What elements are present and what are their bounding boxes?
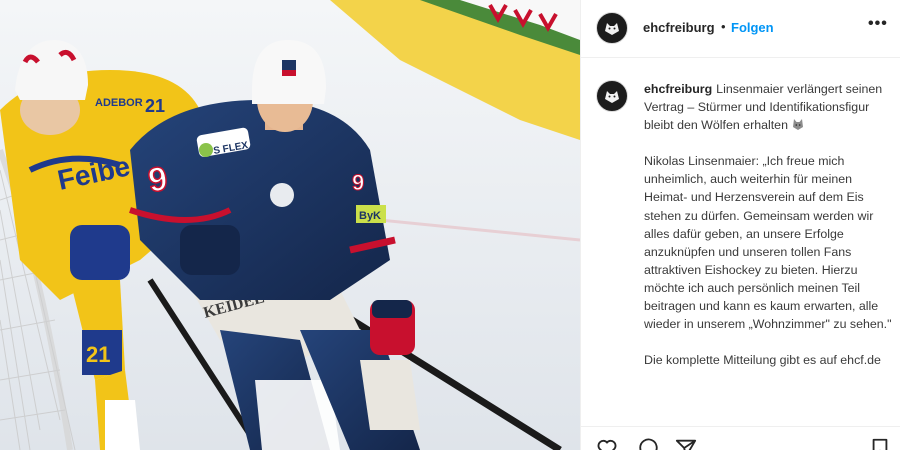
comment-icon[interactable] xyxy=(636,437,658,450)
post-photo[interactable]: 21 Feibe ADEBOR 21 KEIDEL 9 9 S FLEX ByK xyxy=(0,0,580,450)
away-sponsor: ADEBOR xyxy=(95,97,143,109)
caption-headline-paragraph: ehcfreiburg Linsenmaier verlängert seinen… xyxy=(644,80,894,134)
header-username[interactable]: ehcfreiburg xyxy=(643,20,715,35)
post-header: ehcfreiburg • Folgen ••• xyxy=(581,0,900,58)
wolf-emoji-icon xyxy=(793,119,804,131)
caption-footer: Die komplette Mitteilung gibt es auf ehc… xyxy=(644,353,881,368)
header-separator: • xyxy=(721,19,726,34)
wolf-logo-icon xyxy=(601,17,623,39)
wolf-logo-icon xyxy=(601,85,623,107)
hockey-photo-illustration: 21 Feibe ADEBOR 21 KEIDEL 9 9 S FLEX ByK xyxy=(0,0,580,450)
away-leg-number: 21 xyxy=(86,342,110,367)
away-sleeve-number: 21 xyxy=(145,96,165,116)
heart-icon[interactable] xyxy=(596,437,618,450)
home-arm-sponsor: ByK xyxy=(359,210,381,222)
post-caption: ehcfreiburg Linsenmaier verlängert seinen… xyxy=(644,80,894,387)
paper-plane-icon[interactable] xyxy=(675,437,697,450)
more-options-icon[interactable]: ••• xyxy=(868,15,888,33)
profile-avatar[interactable] xyxy=(596,12,628,44)
post-panel: ehcfreiburg • Folgen ••• ehcfreiburg Lins… xyxy=(580,0,900,450)
bookmark-icon[interactable] xyxy=(869,437,891,450)
caption-avatar[interactable] xyxy=(596,80,628,112)
caption-quote: Nikolas Linsenmaier: „Ich freue mich unh… xyxy=(644,154,892,332)
actions-bar xyxy=(581,426,900,450)
home-arm-number: 9 xyxy=(352,170,364,195)
caption-username[interactable]: ehcfreiburg xyxy=(644,82,712,96)
follow-button[interactable]: Folgen xyxy=(731,20,774,35)
